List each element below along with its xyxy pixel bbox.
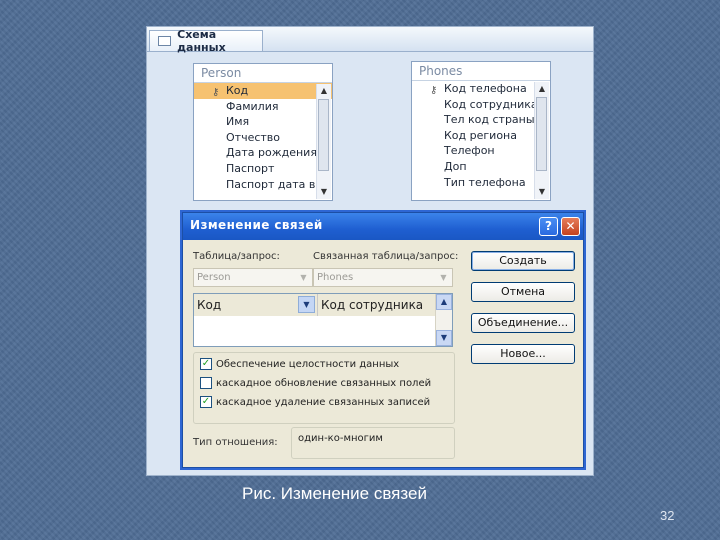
cancel-button[interactable]: Отмена — [471, 282, 575, 302]
field-row[interactable]: Фамилия — [194, 99, 332, 115]
table-phones-title: Phones — [412, 62, 550, 81]
table-person[interactable]: Person ⚷ Код Фамилия Имя Отчество Дата ро… — [193, 63, 333, 201]
checkbox-unchecked-icon[interactable] — [200, 377, 212, 389]
field-row[interactable]: ⚷ Код — [194, 83, 332, 99]
field-row[interactable]: Тип телефона — [412, 175, 550, 191]
related-table-select[interactable]: Phones ▼ — [313, 268, 453, 287]
vertical-scrollbar[interactable]: ▲ ▼ — [435, 294, 452, 346]
primary-key-icon: ⚷ — [430, 85, 438, 96]
dialog-title: Изменение связей — [190, 218, 323, 232]
field-row[interactable]: Паспорт — [194, 161, 332, 177]
close-icon[interactable]: ✕ — [561, 217, 580, 236]
field-row[interactable]: Отчество — [194, 130, 332, 146]
create-new-button[interactable]: Новое... — [471, 344, 575, 364]
cascade-delete-checkbox[interactable]: ✓ каскадное удаление связанных записей — [200, 395, 430, 409]
chevron-down-icon: ▼ — [440, 273, 447, 282]
field-row[interactable]: Имя — [194, 114, 332, 130]
table-phones[interactable]: Phones ⚷ Код телефона Код сотрудника Тел … — [411, 61, 551, 201]
scroll-down-icon[interactable]: ▼ — [535, 185, 549, 199]
figure-caption: Рис. Изменение связей — [242, 484, 427, 503]
scroll-down-icon[interactable]: ▼ — [436, 330, 452, 346]
scroll-thumb[interactable] — [536, 97, 547, 171]
primary-key-icon: ⚷ — [212, 87, 220, 98]
tab-label: Схема данных — [177, 28, 226, 54]
referential-integrity-checkbox[interactable]: ✓ Обеспечение целостности данных — [200, 357, 399, 371]
table-select[interactable]: Person ▼ — [193, 268, 313, 287]
chevron-down-icon: ▼ — [300, 273, 307, 282]
field-row[interactable]: Код региона — [412, 128, 550, 144]
scroll-down-icon[interactable]: ▼ — [317, 185, 331, 199]
dialog-title-bar[interactable]: Изменение связей ? ✕ — [183, 213, 583, 240]
page-number: 32 — [660, 508, 675, 523]
scroll-up-icon[interactable]: ▲ — [436, 294, 452, 310]
field-row[interactable]: Доп — [412, 159, 550, 175]
create-button[interactable]: Создать — [471, 251, 575, 271]
field-row[interactable]: Код сотрудника — [412, 97, 550, 113]
cascade-update-checkbox[interactable]: каскадное обновление связанных полей — [200, 376, 431, 390]
related-table-label: Связанная таблица/запрос: — [313, 251, 459, 262]
vertical-scrollbar[interactable]: ▲ ▼ — [534, 82, 549, 199]
edit-relationships-dialog: Изменение связей ? ✕ Таблица/запрос: Свя… — [182, 212, 584, 468]
vertical-scrollbar[interactable]: ▲ ▼ — [316, 84, 331, 199]
field-row[interactable]: Тел код страны — [412, 112, 550, 128]
tab-relationships[interactable]: Схема данных — [149, 28, 263, 54]
table-person-title: Person — [194, 64, 332, 83]
document-tab-bar: Схема данных — [147, 27, 593, 54]
field-row[interactable]: Паспорт дата вы — [194, 177, 332, 193]
relationships-icon — [158, 36, 172, 46]
table-query-label: Таблица/запрос: — [193, 251, 280, 262]
checkbox-checked-icon[interactable]: ✓ — [200, 358, 212, 370]
scroll-up-icon[interactable]: ▲ — [317, 84, 331, 98]
field-row[interactable]: Дата рождения — [194, 145, 332, 161]
relationship-type-label: Тип отношения: — [193, 437, 278, 448]
help-icon[interactable]: ? — [539, 217, 558, 236]
field-row[interactable]: Телефон — [412, 143, 550, 159]
scroll-up-icon[interactable]: ▲ — [535, 82, 549, 96]
field-row[interactable]: ⚷ Код телефона — [412, 81, 550, 97]
integrity-options-group: ✓ Обеспечение целостности данных каскадн… — [193, 352, 455, 424]
join-fields-grid[interactable]: Код ▼ Код сотрудника ▲ ▼ — [193, 293, 453, 347]
checkbox-checked-icon[interactable]: ✓ — [200, 396, 212, 408]
join-type-button[interactable]: Объединение... — [471, 313, 575, 333]
chevron-down-icon[interactable]: ▼ — [298, 296, 315, 313]
scroll-thumb[interactable] — [318, 99, 329, 171]
relationship-type-value: один-ко-многим — [291, 427, 455, 459]
right-field-cell[interactable]: Код сотрудника — [317, 294, 437, 316]
